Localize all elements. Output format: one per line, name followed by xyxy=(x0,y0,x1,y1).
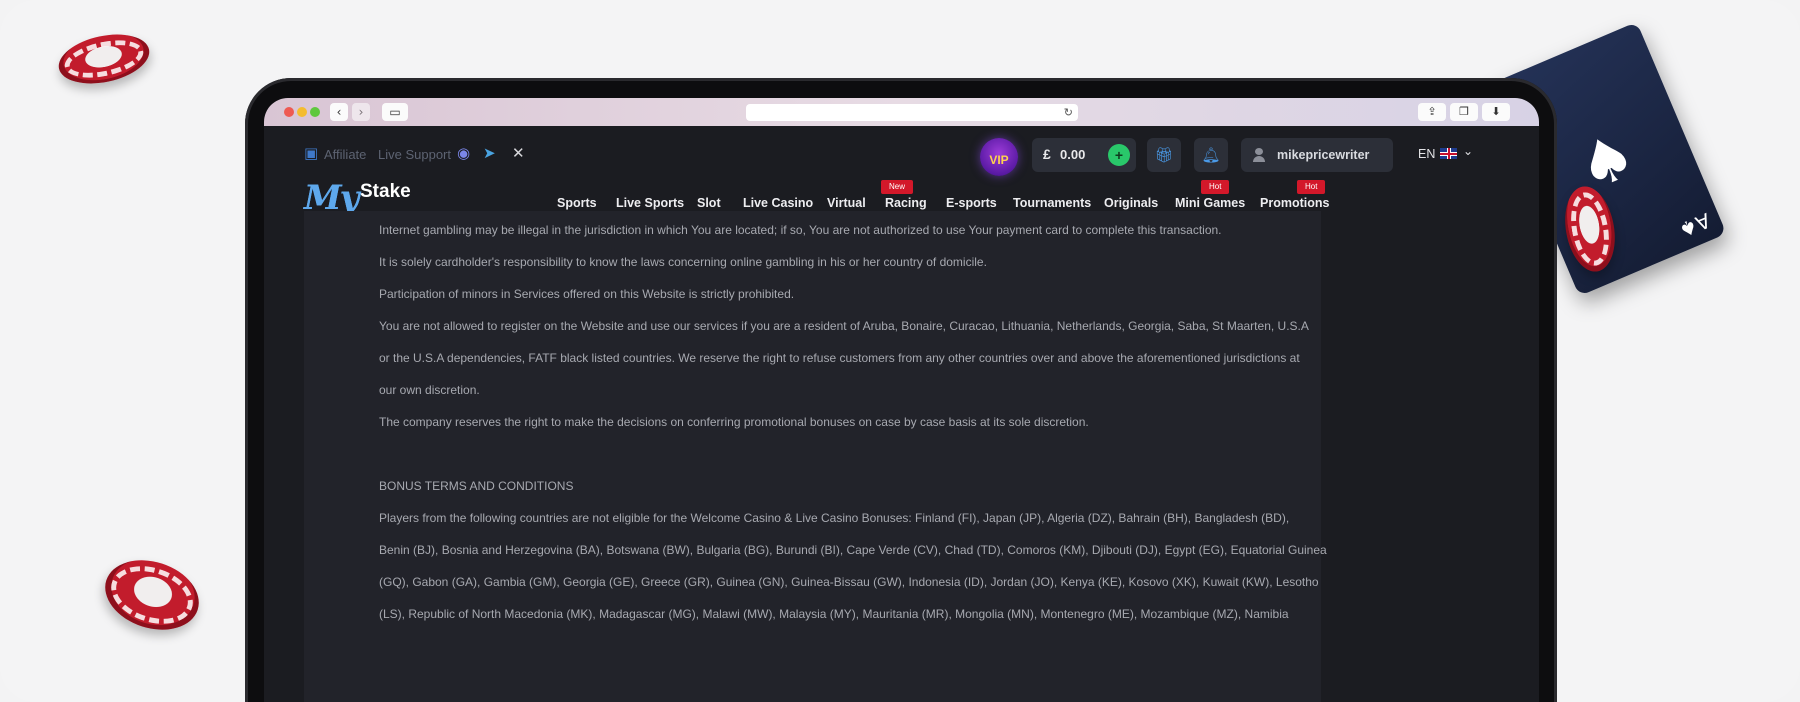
casino-chip-decoration xyxy=(54,26,154,92)
nav-esports[interactable]: E-sports xyxy=(946,196,997,210)
tabs-icon[interactable]: ❐ xyxy=(1450,103,1478,121)
balance-display[interactable]: £ 0.00 + xyxy=(1032,138,1136,172)
terms-paragraph: The company reserves the right to make t… xyxy=(379,415,1089,429)
terms-paragraph: or the U.S.A dependencies, FATF black li… xyxy=(379,351,1300,365)
nav-sports[interactable]: Sports xyxy=(557,196,597,210)
telegram-icon[interactable]: ➤ xyxy=(483,144,496,162)
bonus-terms-heading: BONUS TERMS AND CONDITIONS xyxy=(379,479,574,493)
minimize-window-button[interactable] xyxy=(297,107,307,117)
hot-badge: Hot xyxy=(1297,180,1326,194)
terms-paragraph: It is solely cardholder's responsibility… xyxy=(379,255,987,269)
card-corner: A♠ xyxy=(1675,208,1715,243)
affiliate-link[interactable]: Affiliate xyxy=(324,147,366,162)
close-window-button[interactable] xyxy=(284,107,294,117)
bonus-paragraph: (GQ), Gabon (GA), Gambia (GM), Georgia (… xyxy=(379,575,1319,589)
nav-tournaments[interactable]: Tournaments xyxy=(1013,196,1091,210)
gift-icon[interactable]: 🎁︎ xyxy=(1147,138,1181,172)
terms-paragraph: Participation of minors in Services offe… xyxy=(379,287,795,301)
chevron-right-icon[interactable]: › xyxy=(352,103,370,121)
user-menu[interactable]: mikepricewriter xyxy=(1241,138,1393,172)
casino-chip-decoration xyxy=(96,548,208,642)
username: mikepricewriter xyxy=(1277,148,1370,162)
language-selector[interactable]: EN xyxy=(1418,147,1435,161)
reload-icon[interactable]: ↻ xyxy=(1064,104,1073,121)
hot-badge: Hot xyxy=(1201,180,1230,194)
nav-live-sports[interactable]: Live Sports xyxy=(616,196,684,210)
bonus-paragraph: Players from the following countries are… xyxy=(379,511,1290,525)
chevron-left-icon[interactable]: ‹ xyxy=(330,103,348,121)
terms-content: Internet gambling may be illegal in the … xyxy=(304,211,1327,702)
address-bar[interactable]: ↻ xyxy=(746,104,1078,121)
currency-symbol: £ xyxy=(1043,146,1051,162)
nav-originals[interactable]: Originals xyxy=(1104,196,1158,210)
browser-toolbar: ‹ › ▭ ↻ ⇪ ❐ ⬇ xyxy=(264,98,1539,126)
download-icon[interactable]: ⬇ xyxy=(1482,103,1510,121)
briefcase-icon: ▣ xyxy=(304,144,319,162)
new-badge: New xyxy=(881,180,914,194)
nav-virtual[interactable]: Virtual xyxy=(827,196,866,210)
terms-paragraph: our own discretion. xyxy=(379,383,480,397)
nav-live-casino[interactable]: Live Casino xyxy=(743,196,813,210)
terms-paragraph: You are not allowed to register on the W… xyxy=(379,319,1309,333)
utility-bar: ▣ Affiliate Live Support ◉ ➤ ✕ VIP £ 0.0… xyxy=(264,126,1539,180)
browser-window: ‹ › ▭ ↻ ⇪ ❐ ⬇ ▣ Affiliate Live Support ◉… xyxy=(264,98,1539,702)
balance-amount: 0.00 xyxy=(1060,147,1086,162)
live-support-link[interactable]: Live Support xyxy=(378,147,451,162)
sidebar-icon[interactable]: ▭ xyxy=(382,103,408,121)
bell-icon[interactable]: 🔔︎ xyxy=(1194,138,1228,172)
nav-slot[interactable]: Slot xyxy=(697,196,721,210)
vip-badge[interactable]: VIP xyxy=(980,138,1018,176)
chevron-down-icon[interactable]: ⌄ xyxy=(1463,144,1473,158)
terms-paragraph: Internet gambling may be illegal in the … xyxy=(379,223,1222,237)
logo-stake: Stake xyxy=(360,181,411,202)
share-icon[interactable]: ⇪ xyxy=(1418,103,1446,121)
discord-icon[interactable]: ◉ xyxy=(457,144,470,162)
x-icon[interactable]: ✕ xyxy=(512,144,525,162)
uk-flag-icon xyxy=(1440,148,1457,159)
nav-promotions[interactable]: Promotions xyxy=(1260,196,1329,210)
deposit-button[interactable]: + xyxy=(1108,144,1130,166)
nav-racing[interactable]: Racing xyxy=(885,196,927,210)
nav-mini-games[interactable]: Mini Games xyxy=(1175,196,1245,210)
maximize-window-button[interactable] xyxy=(310,107,320,117)
bonus-paragraph: Benin (BJ), Bosnia and Herzegovina (BA),… xyxy=(379,543,1327,557)
bonus-paragraph: (LS), Republic of North Macedonia (MK), … xyxy=(379,607,1289,621)
user-avatar-icon xyxy=(1253,148,1265,162)
